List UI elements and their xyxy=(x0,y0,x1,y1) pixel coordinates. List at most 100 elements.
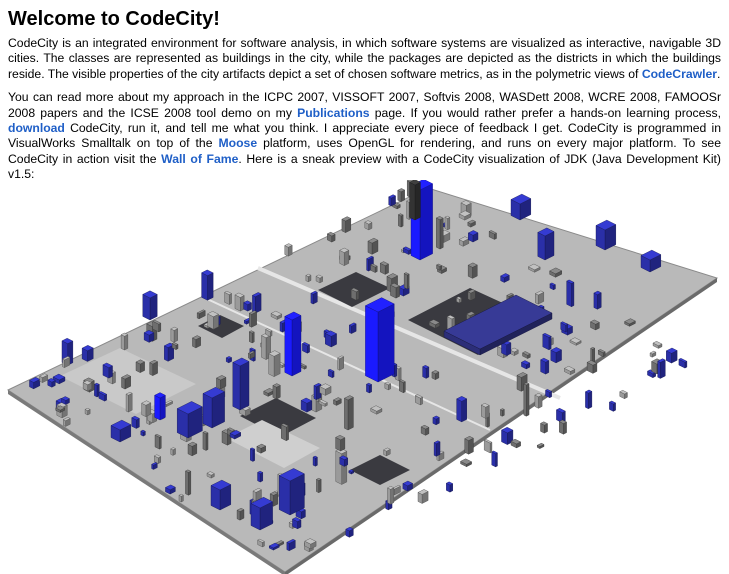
city-building xyxy=(468,437,474,455)
about-text-2: page. If you would rather prefer a hands… xyxy=(369,105,721,120)
city-building xyxy=(315,456,318,467)
city-building xyxy=(347,396,354,431)
city-building xyxy=(535,293,539,305)
city-building xyxy=(252,294,256,314)
city-building xyxy=(461,398,467,423)
city-building xyxy=(316,479,319,494)
city-building xyxy=(154,394,161,421)
city-building xyxy=(436,217,441,250)
codecity-jdk-city-image xyxy=(6,180,719,574)
city-building xyxy=(436,441,441,457)
city-building xyxy=(538,394,543,409)
city-building xyxy=(252,490,257,502)
city-building xyxy=(286,425,289,442)
city-building xyxy=(420,396,423,406)
city-building xyxy=(149,294,158,321)
city-building xyxy=(268,353,275,378)
city-building xyxy=(229,293,232,305)
city-building xyxy=(341,218,346,233)
city-building xyxy=(202,431,207,451)
city-building xyxy=(523,383,527,417)
city-building xyxy=(202,393,213,429)
city-building xyxy=(337,357,340,371)
city-building xyxy=(281,424,287,442)
city-building xyxy=(251,331,255,344)
city-building xyxy=(164,345,169,362)
city-building xyxy=(312,456,316,467)
city-building xyxy=(491,451,496,468)
city-building xyxy=(173,328,178,343)
city-building xyxy=(537,232,546,261)
city-building xyxy=(365,305,379,383)
city-building xyxy=(526,383,530,417)
wall-of-fame-link[interactable]: Wall of Fame xyxy=(161,152,238,166)
city-building xyxy=(142,294,151,321)
city-building xyxy=(456,398,462,423)
city-building xyxy=(232,362,241,411)
city-building xyxy=(369,384,372,394)
city-building xyxy=(566,280,572,308)
city-building xyxy=(657,360,661,379)
city-building xyxy=(201,272,208,301)
city-building xyxy=(279,475,291,516)
city-building xyxy=(447,217,451,231)
city-building xyxy=(500,409,503,417)
city-building xyxy=(112,371,116,385)
city-building xyxy=(279,321,283,333)
city-building xyxy=(571,281,575,308)
city-building xyxy=(108,365,113,379)
city-building xyxy=(159,394,166,421)
city-building xyxy=(349,324,352,334)
city-building xyxy=(318,479,322,494)
city-building xyxy=(252,448,255,462)
city-building xyxy=(185,470,189,496)
city-building xyxy=(414,181,421,221)
city-building xyxy=(409,181,416,221)
city-building xyxy=(592,347,595,364)
city-building xyxy=(260,472,263,483)
city-building xyxy=(516,374,522,392)
download-link[interactable]: download xyxy=(8,121,65,135)
city-building xyxy=(425,366,430,379)
city-building xyxy=(534,394,539,409)
city-building xyxy=(563,421,567,435)
city-building xyxy=(128,392,133,413)
city-building xyxy=(188,470,192,496)
about-paragraph: You can read more about my approach in t… xyxy=(8,90,721,182)
city-building xyxy=(565,323,568,333)
city-building xyxy=(236,509,241,521)
city-building xyxy=(400,214,404,228)
codecity-visualization xyxy=(0,180,729,574)
city-building xyxy=(120,334,125,351)
city-building xyxy=(272,385,277,400)
city-building xyxy=(250,448,254,462)
city-building xyxy=(335,450,342,485)
city-building xyxy=(403,381,406,394)
city-building xyxy=(422,366,427,379)
city-building xyxy=(545,360,550,375)
city-building xyxy=(62,358,65,368)
codecrawler-link[interactable]: CodeCrawler xyxy=(642,67,717,81)
city-building xyxy=(444,216,448,231)
city-building xyxy=(367,240,373,255)
city-building xyxy=(407,273,410,290)
city-building xyxy=(397,189,402,203)
city-building xyxy=(284,316,293,377)
city-building xyxy=(613,402,616,412)
city-building xyxy=(159,436,162,450)
city-building xyxy=(394,363,398,378)
publications-link[interactable]: Publications xyxy=(297,106,369,120)
moose-link[interactable]: Moose xyxy=(219,136,258,150)
city-building xyxy=(276,385,281,400)
city-building xyxy=(544,231,555,261)
city-building xyxy=(249,331,253,344)
city-building xyxy=(398,367,402,382)
city-building xyxy=(495,452,498,468)
city-building xyxy=(286,541,290,552)
city-building xyxy=(406,200,410,220)
city-building xyxy=(588,391,593,410)
city-building xyxy=(255,293,262,314)
city-building xyxy=(344,397,349,431)
city-building xyxy=(585,391,589,410)
city-building xyxy=(249,312,252,328)
